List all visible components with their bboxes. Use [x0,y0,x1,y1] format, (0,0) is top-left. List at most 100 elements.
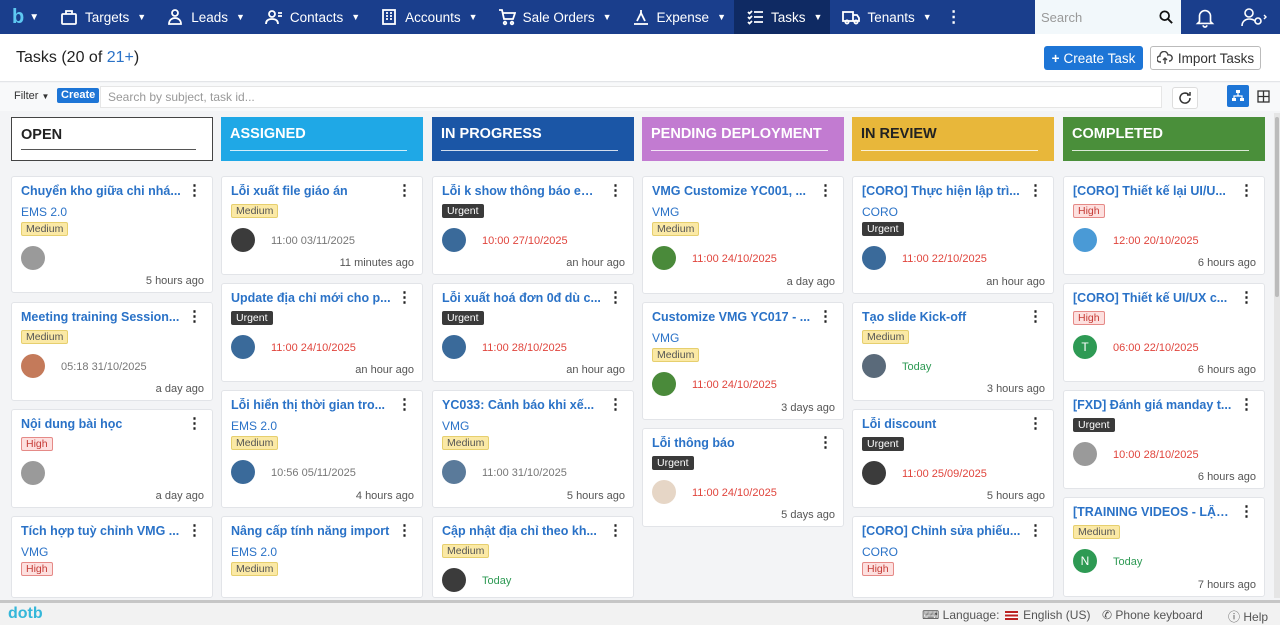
task-subject[interactable]: [FXD] Đánh giá manday t... [1073,398,1233,412]
task-search-input[interactable]: Search by subject, task id... [100,86,1162,108]
task-subject[interactable]: Update địa chỉ mới cho p... [231,291,391,305]
language-selector[interactable]: ⌨ Language: English (US) [922,608,1090,622]
task-card[interactable]: [CORO] Chỉnh sửa phiếu... ⋮ CORO High [852,516,1054,598]
assignee-avatar[interactable] [231,460,255,484]
app-logo-menu[interactable]: b ▼ [0,0,48,34]
card-menu-icon[interactable]: ⋮ [187,523,202,539]
task-subject[interactable]: Nâng cấp tính năng import [231,524,391,538]
notifications-bell-icon[interactable] [1194,6,1216,28]
create-task-button[interactable]: + Create Task [1044,46,1143,70]
filter-dropdown[interactable]: Filter ▼ [14,90,49,102]
task-subject[interactable]: [TRAINING VIDEOS - LẬP... [1073,505,1233,519]
assignee-avatar[interactable] [442,335,466,359]
task-card[interactable]: Lỗi discount ⋮ Urgent 11:00 25/09/2025 5 hou… [852,409,1054,508]
assignee-avatar[interactable] [231,335,255,359]
task-account[interactable]: VMG [652,205,679,219]
assignee-avatar[interactable] [442,568,466,592]
task-card[interactable]: Lỗi xuất file giáo án ⋮ Medium 11:00 03/11/… [221,176,423,275]
phone-keyboard-link[interactable]: ✆ Phone keyboard [1102,608,1203,622]
task-subject[interactable]: Lỗi discount [862,417,1022,431]
card-menu-icon[interactable]: ⋮ [397,183,412,199]
task-card[interactable]: [CORO] Thực hiện lập trì... ⋮ CORO Urgent 11… [852,176,1054,294]
task-card[interactable]: [CORO] Thiết kế UI/UX c... ⋮ High T 06:00 22… [1063,283,1265,382]
card-menu-icon[interactable]: ⋮ [397,290,412,306]
card-menu-icon[interactable]: ⋮ [1239,504,1254,520]
task-card[interactable]: Meeting training Session... ⋮ Medium 05:18 … [11,302,213,401]
task-card[interactable]: Lỗi hiển thị thời gian tro... ⋮ EMS 2.0 Med… [221,390,423,508]
task-subject[interactable]: Meeting training Session... [21,310,181,324]
task-subject[interactable]: YC033: Cảnh báo khi xế... [442,398,602,412]
task-account[interactable]: VMG [442,419,469,433]
card-menu-icon[interactable]: ⋮ [187,309,202,325]
task-card[interactable]: Update địa chỉ mới cho p... ⋮ Urgent 11:00 … [221,283,423,382]
task-account[interactable]: CORO [862,205,898,219]
board-scrollbar-thumb[interactable] [1275,117,1279,297]
task-subject[interactable]: [CORO] Thực hiện lập trì... [862,184,1022,198]
assignee-avatar[interactable] [442,460,466,484]
help-link[interactable]: ⓘ Help [1228,608,1268,625]
task-subject[interactable]: Chuyển kho giữa chi nhá... [21,184,181,198]
task-card[interactable]: Tích hợp tuỳ chỉnh VMG ... ⋮ VMG High [11,516,213,598]
task-account[interactable]: CORO [862,545,898,559]
search-icon[interactable] [1159,10,1173,24]
assignee-avatar[interactable] [652,480,676,504]
list-view-icon[interactable] [1252,85,1274,107]
task-card[interactable]: [FXD] Đánh giá manday t... ⋮ Urgent 10:00 2… [1063,390,1265,489]
refresh-icon[interactable] [1172,87,1198,109]
task-subject[interactable]: Lỗi hiển thị thời gian tro... [231,398,391,412]
nav-item-expense[interactable]: Expense ▼ [620,0,734,34]
task-subject[interactable]: [CORO] Chỉnh sửa phiếu... [862,524,1022,538]
card-menu-icon[interactable]: ⋮ [818,309,833,325]
assignee-avatar[interactable] [21,461,45,485]
task-card[interactable]: Cập nhật địa chỉ theo kh... ⋮ Medium Today [432,516,634,598]
card-menu-icon[interactable]: ⋮ [1239,183,1254,199]
task-card[interactable]: Lỗi k show thông báo em... ⋮ Urgent 10:00 2… [432,176,634,275]
create-filter-button[interactable]: Create [57,88,100,103]
card-menu-icon[interactable]: ⋮ [397,523,412,539]
task-card[interactable]: Nội dung bài học ⋮ High a day ago [11,409,213,508]
task-count-link[interactable]: 21+ [107,49,134,66]
nav-item-tenants[interactable]: Tenants ▼ [830,0,939,34]
task-subject[interactable]: [CORO] Thiết kế UI/UX c... [1073,291,1233,305]
import-tasks-button[interactable]: Import Tasks [1150,46,1261,70]
task-account[interactable]: EMS 2.0 [21,205,67,219]
card-menu-icon[interactable]: ⋮ [187,183,202,199]
card-menu-icon[interactable]: ⋮ [818,435,833,451]
assignee-avatar[interactable] [21,246,45,270]
task-subject[interactable]: [CORO] Thiết kế lại UI/U... [1073,184,1233,198]
assignee-avatar[interactable]: N [1073,549,1097,573]
more-menu-icon[interactable]: ⋮ [940,0,968,34]
card-menu-icon[interactable]: ⋮ [818,183,833,199]
card-menu-icon[interactable]: ⋮ [608,290,623,306]
card-menu-icon[interactable]: ⋮ [608,523,623,539]
task-card[interactable]: Lỗi xuất hoá đơn 0đ dù c... ⋮ Urgent 11:00 … [432,283,634,382]
assignee-avatar[interactable] [231,228,255,252]
assignee-avatar[interactable] [442,228,466,252]
task-card[interactable]: Nâng cấp tính năng import ⋮ EMS 2.0 Medium [221,516,423,598]
task-subject[interactable]: Lỗi thông báo [652,436,812,450]
task-subject[interactable]: Cập nhật địa chỉ theo kh... [442,524,602,538]
nav-item-tasks[interactable]: Tasks ▼ [734,0,831,34]
card-menu-icon[interactable]: ⋮ [1028,183,1043,199]
card-menu-icon[interactable]: ⋮ [1028,309,1043,325]
kanban-view-icon[interactable] [1227,85,1249,107]
task-account[interactable]: VMG [21,545,48,559]
assignee-avatar[interactable] [1073,228,1097,252]
task-card[interactable]: Tạo slide Kick-off ⋮ Medium Today 3 hours ag… [852,302,1054,401]
nav-item-targets[interactable]: Targets ▼ [48,0,154,34]
task-card[interactable]: Customize VMG YC017 - ... ⋮ VMG Medium 11:00… [642,302,844,420]
task-account[interactable]: VMG [652,331,679,345]
task-card[interactable]: Chuyển kho giữa chi nhá... ⋮ EMS 2.0 Medium… [11,176,213,293]
nav-item-leads[interactable]: Leads ▼ [154,0,253,34]
task-card[interactable]: [TRAINING VIDEOS - LẬP... ⋮ Medium N Today 7 … [1063,497,1265,597]
card-menu-icon[interactable]: ⋮ [1239,290,1254,306]
task-subject[interactable]: VMG Customize YC001, ... [652,184,812,198]
assignee-avatar[interactable] [21,354,45,378]
assignee-avatar[interactable]: T [1073,335,1097,359]
task-subject[interactable]: Lỗi k show thông báo em... [442,184,602,198]
card-menu-icon[interactable]: ⋮ [1028,523,1043,539]
task-card[interactable]: VMG Customize YC001, ... ⋮ VMG Medium 11:00 … [642,176,844,294]
task-account[interactable]: EMS 2.0 [231,545,277,559]
task-card[interactable]: YC033: Cảnh báo khi xế... ⋮ VMG Medium 11:00… [432,390,634,508]
assignee-avatar[interactable] [652,246,676,270]
